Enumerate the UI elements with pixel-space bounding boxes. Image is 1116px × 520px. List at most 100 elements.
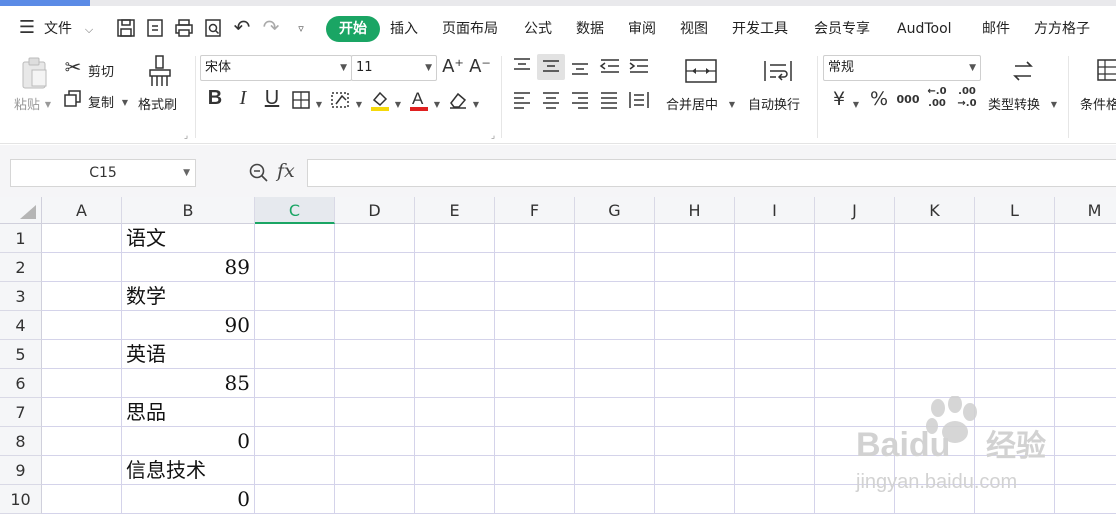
cell-f4[interactable]	[495, 311, 575, 340]
cell-a4[interactable]	[42, 311, 122, 340]
column-header-f[interactable]: F	[495, 197, 575, 224]
thousands-separator-icon[interactable]: 000	[896, 90, 920, 110]
number-format-select[interactable]: 常规 ▼	[823, 55, 981, 81]
column-header-b[interactable]: B	[122, 197, 255, 224]
cell-g5[interactable]	[575, 340, 655, 369]
chevron-down-icon[interactable]: ⌵	[82, 20, 96, 40]
cell-m8[interactable]	[1055, 427, 1116, 456]
cell-c9[interactable]	[255, 456, 335, 485]
cell-a10[interactable]	[42, 485, 122, 514]
paste-label[interactable]: 粘贴	[14, 94, 40, 113]
cell-k6[interactable]	[895, 369, 975, 398]
borders-icon[interactable]	[291, 90, 311, 110]
cell-g3[interactable]	[575, 282, 655, 311]
zoom-search-icon[interactable]	[248, 162, 270, 184]
type-convert-icon[interactable]	[1009, 56, 1037, 86]
cell-a8[interactable]	[42, 427, 122, 456]
decrease-decimal-icon[interactable]: .00 →.0	[954, 86, 980, 110]
italic-icon[interactable]: I	[233, 88, 253, 108]
type-convert-label[interactable]: 类型转换	[988, 94, 1040, 113]
cell-m7[interactable]	[1055, 398, 1116, 427]
cut-label[interactable]: 剪切	[88, 61, 114, 80]
cell-m2[interactable]	[1055, 253, 1116, 282]
column-header-m[interactable]: M	[1055, 197, 1116, 224]
row-header[interactable]: 1	[0, 224, 42, 253]
column-header-d[interactable]: D	[335, 197, 415, 224]
decrease-font-icon[interactable]: A⁻	[469, 57, 491, 77]
cell-i8[interactable]	[735, 427, 815, 456]
cell-f8[interactable]	[495, 427, 575, 456]
borders-dropdown-icon[interactable]: ▼	[314, 95, 324, 115]
cell-j3[interactable]	[815, 282, 895, 311]
cell-a7[interactable]	[42, 398, 122, 427]
cell-g10[interactable]	[575, 485, 655, 514]
fill-color-dropdown-icon[interactable]: ▼	[393, 95, 403, 115]
cell-e3[interactable]	[415, 282, 495, 311]
cell-g2[interactable]	[575, 253, 655, 282]
cell-h4[interactable]	[655, 311, 735, 340]
cell-h6[interactable]	[655, 369, 735, 398]
cell-i7[interactable]	[735, 398, 815, 427]
cell-d3[interactable]	[335, 282, 415, 311]
cell-h7[interactable]	[655, 398, 735, 427]
cell-i1[interactable]	[735, 224, 815, 253]
cell-f3[interactable]	[495, 282, 575, 311]
increase-decimal-icon[interactable]: ←.0 .00	[924, 86, 950, 110]
merge-center-label[interactable]: 合并居中	[666, 94, 718, 113]
cell-c6[interactable]	[255, 369, 335, 398]
cell-c10[interactable]	[255, 485, 335, 514]
wrap-text-icon[interactable]	[761, 56, 795, 86]
cell-f2[interactable]	[495, 253, 575, 282]
conditional-format-icon[interactable]	[1096, 56, 1116, 84]
cell-a6[interactable]	[42, 369, 122, 398]
row-header[interactable]: 2	[0, 253, 42, 282]
merge-center-icon[interactable]	[684, 56, 718, 86]
format-painter-icon[interactable]	[146, 54, 174, 88]
cell-c2[interactable]	[255, 253, 335, 282]
undo-icon[interactable]: ↶	[232, 17, 252, 37]
align-right-icon[interactable]	[569, 90, 591, 110]
formula-input[interactable]	[307, 159, 1116, 187]
cell-b5[interactable]: 英语	[122, 340, 255, 369]
font-name-select[interactable]: 宋体 ▼	[200, 55, 352, 81]
cell-e9[interactable]	[415, 456, 495, 485]
cell-c1[interactable]	[255, 224, 335, 253]
cell-m5[interactable]	[1055, 340, 1116, 369]
cell-k4[interactable]	[895, 311, 975, 340]
cell-a5[interactable]	[42, 340, 122, 369]
clear-dropdown-icon[interactable]: ▼	[471, 95, 481, 115]
scissors-icon[interactable]: ✂	[62, 57, 84, 77]
align-left-icon[interactable]	[511, 90, 533, 110]
cell-d10[interactable]	[335, 485, 415, 514]
cell-d7[interactable]	[335, 398, 415, 427]
hamburger-menu-icon[interactable]: ☰	[16, 18, 38, 38]
cell-i2[interactable]	[735, 253, 815, 282]
cell-c7[interactable]	[255, 398, 335, 427]
justify-icon[interactable]	[598, 90, 620, 110]
tab-insert[interactable]: 插入	[390, 21, 418, 37]
cell-b8[interactable]: 0	[122, 427, 255, 456]
font-launcher-icon[interactable]: ⌟	[488, 126, 498, 146]
file-menu[interactable]: 文件	[44, 21, 72, 37]
cell-j1[interactable]	[815, 224, 895, 253]
tab-fangfang[interactable]: 方方格子	[1034, 21, 1090, 37]
cell-e1[interactable]	[415, 224, 495, 253]
cell-l3[interactable]	[975, 282, 1055, 311]
underline-icon[interactable]: U	[262, 88, 282, 108]
tab-member[interactable]: 会员专享	[814, 21, 870, 37]
cell-m10[interactable]	[1055, 485, 1116, 514]
tab-formulas[interactable]: 公式	[524, 21, 552, 37]
copy-dropdown-icon[interactable]: ▼	[120, 93, 130, 113]
redo-icon[interactable]: ↷	[261, 17, 281, 37]
cell-e10[interactable]	[415, 485, 495, 514]
cell-d2[interactable]	[335, 253, 415, 282]
cell-g8[interactable]	[575, 427, 655, 456]
cell-m3[interactable]	[1055, 282, 1116, 311]
row-header[interactable]: 4	[0, 311, 42, 340]
cell-j4[interactable]	[815, 311, 895, 340]
cell-g6[interactable]	[575, 369, 655, 398]
merge-dropdown-icon[interactable]: ▼	[727, 95, 737, 115]
copy-icon[interactable]	[64, 90, 82, 108]
cell-d4[interactable]	[335, 311, 415, 340]
convert-dropdown-icon[interactable]: ▼	[1049, 95, 1059, 115]
